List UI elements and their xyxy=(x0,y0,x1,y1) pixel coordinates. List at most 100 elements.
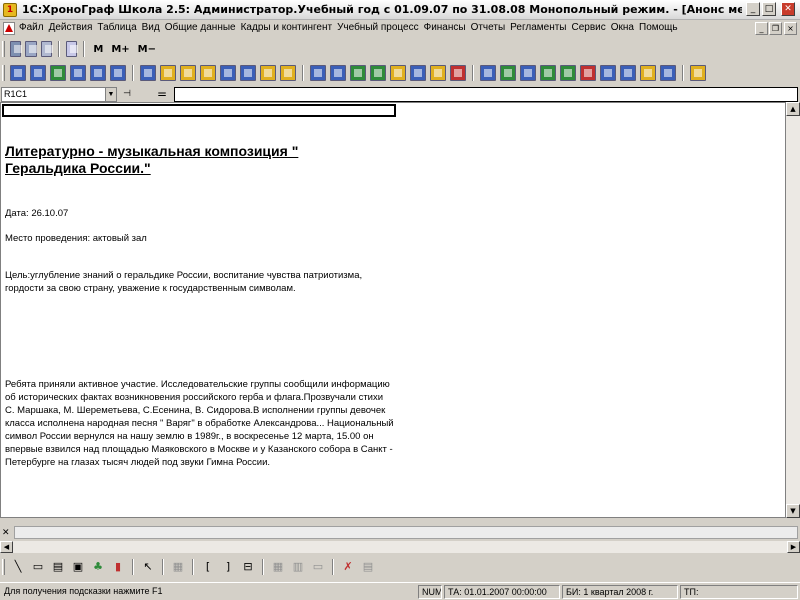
toolbar-grip[interactable] xyxy=(2,41,5,57)
chart-icon[interactable] xyxy=(200,65,216,81)
event-date: Дата: 26.10.07 xyxy=(5,208,69,219)
export-icon[interactable] xyxy=(450,65,466,81)
dice-icon[interactable] xyxy=(70,65,86,81)
equals-button[interactable]: = xyxy=(152,87,172,102)
line-tool-icon[interactable]: ╲ xyxy=(10,559,26,575)
document-icon[interactable] xyxy=(3,22,15,35)
picture-tool-icon[interactable]: ▣ xyxy=(70,559,86,575)
doc-close-button[interactable]: × xyxy=(784,22,797,35)
home-icon[interactable] xyxy=(10,65,26,81)
journal-icon[interactable] xyxy=(390,65,406,81)
scroll-down-icon[interactable]: ▼ xyxy=(786,504,800,518)
text-tool-icon[interactable]: ▤ xyxy=(50,559,66,575)
tower-icon[interactable] xyxy=(160,65,176,81)
toolbar-grip[interactable] xyxy=(2,559,5,575)
pin-icon[interactable]: ⊣ xyxy=(120,88,134,101)
folder-open-icon[interactable] xyxy=(430,65,446,81)
document-area[interactable]: Литературно - музыкальная композиция " Г… xyxy=(0,102,786,518)
menu-regulations[interactable]: Регламенты xyxy=(510,22,571,33)
house-icon[interactable] xyxy=(30,65,46,81)
folder-icon[interactable] xyxy=(260,65,276,81)
list-icon[interactable] xyxy=(40,41,53,57)
menu-common-data[interactable]: Общие данные xyxy=(165,22,241,33)
toolbar-grip[interactable] xyxy=(2,65,5,81)
calendar-icon[interactable] xyxy=(240,65,256,81)
minimize-button[interactable]: _ xyxy=(746,2,760,16)
cell-reference-field[interactable]: R1C1 ▼ xyxy=(1,87,117,102)
menu-table[interactable]: Таблица xyxy=(97,22,141,33)
delete-object-icon[interactable]: ✗ xyxy=(340,559,356,575)
scroll-left-icon[interactable]: ◀ xyxy=(0,541,13,553)
image-icon[interactable] xyxy=(370,65,386,81)
chat-icon[interactable] xyxy=(520,65,536,81)
settings-icon[interactable] xyxy=(580,65,596,81)
rectangle-tool-icon[interactable]: ▭ xyxy=(30,559,46,575)
status-bar: Для получения подсказки нажмите F1 NUM Т… xyxy=(0,582,800,600)
photo-icon[interactable] xyxy=(50,65,66,81)
layout-icon[interactable]: ▥ xyxy=(290,559,306,575)
doc-restore-button[interactable]: ❐ xyxy=(769,22,782,35)
table-icon[interactable] xyxy=(660,65,676,81)
gallery-icon[interactable] xyxy=(540,65,556,81)
status-bi: БИ: 1 квартал 2008 г. xyxy=(562,585,678,599)
memory-button[interactable]: М xyxy=(93,44,103,55)
menu-windows[interactable]: Окна xyxy=(611,22,639,33)
bracket-left-icon[interactable]: [ xyxy=(200,559,216,575)
selected-cell[interactable] xyxy=(2,104,396,117)
users-icon[interactable] xyxy=(560,65,576,81)
scroll-up-icon[interactable]: ▲ xyxy=(786,102,800,116)
border-icon[interactable]: ▭ xyxy=(310,559,326,575)
event-place: Место проведения: актовый зал xyxy=(5,233,147,244)
menu-finance[interactable]: Финансы xyxy=(424,22,471,33)
panel-horizontal-scrollbar[interactable]: ◀ ▶ xyxy=(0,541,800,553)
timetable-icon[interactable] xyxy=(310,65,326,81)
maximize-button[interactable]: □ xyxy=(762,2,776,16)
book-icon[interactable] xyxy=(90,65,106,81)
menu-help[interactable]: Помощь xyxy=(639,22,683,33)
chevron-down-icon[interactable]: ▼ xyxy=(105,88,116,101)
arrow-down-icon[interactable] xyxy=(180,65,196,81)
help-book-icon[interactable] xyxy=(65,41,79,57)
card-icon[interactable] xyxy=(110,65,126,81)
panel-close-icon[interactable]: ✕ xyxy=(2,528,12,538)
memory-minus-button[interactable]: М− xyxy=(138,44,156,55)
table-icon[interactable] xyxy=(9,41,23,57)
properties-icon[interactable]: ▤ xyxy=(360,559,376,575)
bracket-right-icon[interactable]: ] xyxy=(220,559,236,575)
calc-icon[interactable] xyxy=(640,65,656,81)
grid-icon[interactable] xyxy=(220,65,236,81)
formula-input[interactable] xyxy=(174,87,798,102)
clock-icon[interactable] xyxy=(500,65,516,81)
ole-object-icon[interactable]: ♣ xyxy=(90,559,106,575)
menu-file[interactable]: Файл xyxy=(19,22,49,33)
scroll-right-icon[interactable]: ▶ xyxy=(787,541,800,553)
calculator-icon[interactable] xyxy=(25,41,38,57)
report-icon[interactable] xyxy=(410,65,426,81)
app-icon[interactable]: 1 xyxy=(3,3,17,17)
key-icon[interactable] xyxy=(600,65,616,81)
group-icon[interactable]: ▦ xyxy=(170,559,186,575)
download-icon[interactable] xyxy=(350,65,366,81)
menu-view[interactable]: Вид xyxy=(142,22,165,33)
menu-service[interactable]: Сервис xyxy=(572,22,611,33)
chart-tool-icon[interactable]: ▮ xyxy=(110,559,126,575)
vertical-scrollbar[interactable]: ▲ ▼ xyxy=(786,102,800,518)
exit-icon[interactable] xyxy=(690,65,706,81)
menu-staff[interactable]: Кадры и контингент xyxy=(241,22,337,33)
toolbar-separator xyxy=(262,559,264,575)
menu-study-process[interactable]: Учебный процесс xyxy=(337,22,424,33)
close-button[interactable]: ✕ xyxy=(781,2,795,16)
select-pointer-icon[interactable]: ↖ xyxy=(140,559,156,575)
grid-icon[interactable]: ▦ xyxy=(270,559,286,575)
schedule-icon[interactable] xyxy=(330,65,346,81)
memory-plus-button[interactable]: М+ xyxy=(111,44,129,55)
panel-input-field[interactable] xyxy=(14,526,798,539)
doc-minimize-button[interactable]: _ xyxy=(755,22,768,35)
globe-icon[interactable] xyxy=(480,65,496,81)
menu-actions[interactable]: Действия xyxy=(49,22,98,33)
notes-icon[interactable] xyxy=(280,65,296,81)
phone-icon[interactable] xyxy=(620,65,636,81)
list-icon[interactable] xyxy=(140,65,156,81)
menu-reports[interactable]: Отчеты xyxy=(471,22,511,33)
align-icon[interactable]: ⊟ xyxy=(240,559,256,575)
